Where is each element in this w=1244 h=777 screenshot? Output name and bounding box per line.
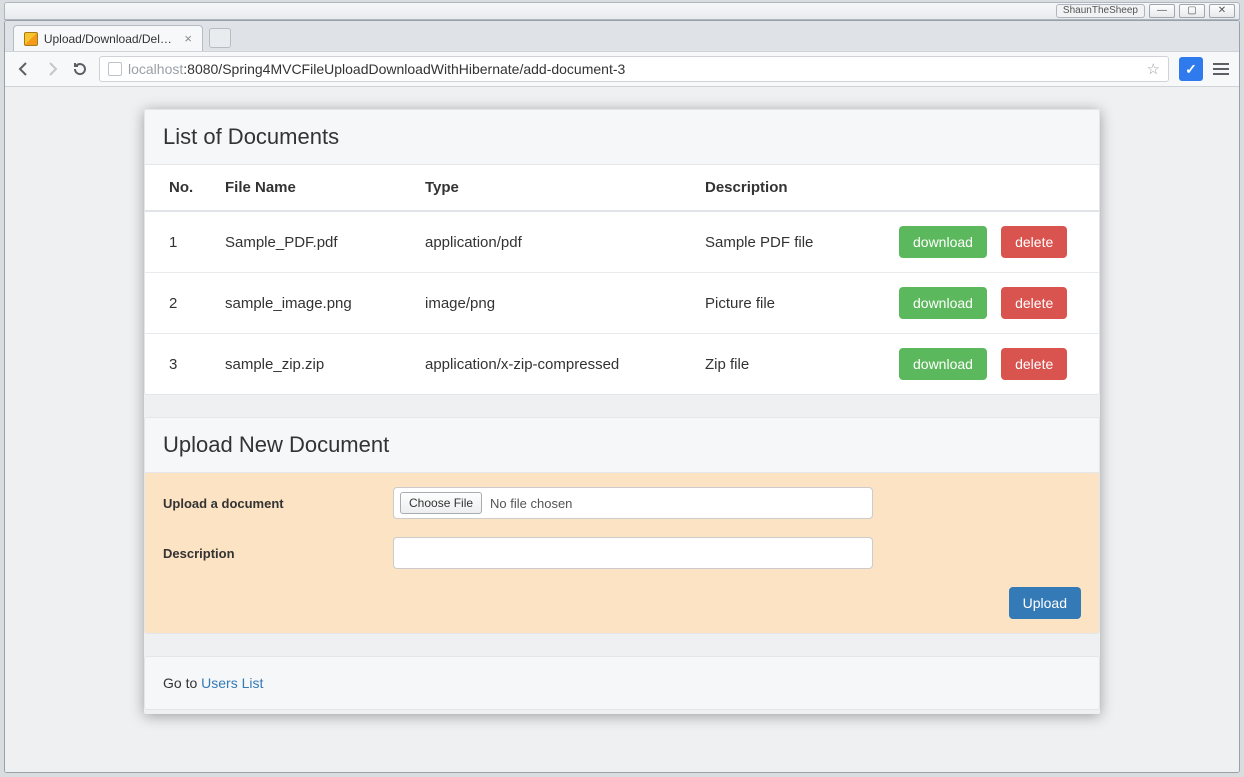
upload-button[interactable]: Upload — [1009, 587, 1081, 619]
col-file: File Name — [215, 165, 415, 211]
upload-panel-body: Upload a document Choose File No file ch… — [145, 473, 1099, 633]
table-header-row: No. File Name Type Description — [145, 165, 1099, 211]
choose-file-button[interactable]: Choose File — [400, 492, 482, 514]
file-input-status: No file chosen — [490, 496, 572, 511]
cell-type: application/x-zip-compressed — [415, 334, 695, 395]
tab-close-icon[interactable]: × — [184, 31, 192, 46]
download-button[interactable]: download — [899, 348, 987, 380]
cell-actions: download delete — [889, 273, 1099, 334]
browser-window: Upload/Download/Delete × localhost:8080/… — [4, 20, 1240, 773]
cell-desc: Sample PDF file — [695, 211, 889, 273]
cell-type: application/pdf — [415, 211, 695, 273]
cell-desc: Picture file — [695, 273, 889, 334]
cell-no: 3 — [145, 334, 215, 395]
new-tab-button[interactable] — [209, 28, 231, 48]
close-icon: ✕ — [1218, 6, 1226, 16]
cell-type: image/png — [415, 273, 695, 334]
browser-tab[interactable]: Upload/Download/Delete × — [13, 25, 203, 51]
nav-forward-button[interactable] — [43, 60, 61, 78]
os-minimize-button[interactable]: — — [1149, 4, 1175, 18]
minimize-icon: — — [1157, 6, 1167, 16]
address-bar[interactable]: localhost:8080/Spring4MVCFileUploadDownl… — [99, 56, 1169, 82]
form-row-description: Description — [163, 537, 1081, 569]
browser-viewport[interactable]: List of Documents No. File Name Type Des… — [5, 87, 1239, 772]
file-control: Choose File No file chosen — [393, 487, 873, 519]
cell-file: sample_zip.zip — [215, 334, 415, 395]
url-text: localhost:8080/Spring4MVCFileUploadDownl… — [128, 61, 625, 77]
table-row: 3 sample_zip.zip application/x-zip-compr… — [145, 334, 1099, 395]
form-actions: Upload — [163, 587, 1081, 619]
cell-file: sample_image.png — [215, 273, 415, 334]
upload-panel-heading: Upload New Document — [145, 418, 1099, 473]
os-maximize-button[interactable]: ▢ — [1179, 4, 1205, 18]
form-row-file: Upload a document Choose File No file ch… — [163, 487, 1081, 519]
browser-tabbar: Upload/Download/Delete × — [5, 21, 1239, 51]
upload-panel: Upload New Document Upload a document Ch… — [144, 417, 1100, 634]
url-host: localhost — [128, 61, 183, 77]
cell-no: 2 — [145, 273, 215, 334]
col-desc: Description — [695, 165, 889, 211]
cell-actions: download delete — [889, 334, 1099, 395]
documents-table-body: 1 Sample_PDF.pdf application/pdf Sample … — [145, 211, 1099, 394]
footer-well: Go to Users List — [144, 656, 1100, 710]
browser-menu-button[interactable] — [1213, 63, 1229, 75]
documents-panel: List of Documents No. File Name Type Des… — [144, 109, 1100, 395]
tab-favicon-icon — [24, 32, 38, 46]
documents-panel-body: No. File Name Type Description 1 — [145, 165, 1099, 394]
browser-toolbar: localhost:8080/Spring4MVCFileUploadDownl… — [5, 51, 1239, 87]
description-control — [393, 537, 873, 569]
url-path: :8080/Spring4MVCFileUploadDownloadWithHi… — [183, 61, 625, 77]
col-no: No. — [145, 165, 215, 211]
os-user-badge: ShaunTheSheep — [1056, 4, 1145, 18]
delete-button[interactable]: delete — [1001, 226, 1067, 258]
delete-button[interactable]: delete — [1001, 348, 1067, 380]
file-input[interactable]: Choose File No file chosen — [393, 487, 873, 519]
download-button[interactable]: download — [899, 226, 987, 258]
col-actions — [889, 165, 1099, 211]
page-container: List of Documents No. File Name Type Des… — [144, 109, 1100, 714]
table-row: 1 Sample_PDF.pdf application/pdf Sample … — [145, 211, 1099, 273]
description-label: Description — [163, 546, 393, 561]
page-icon — [108, 62, 122, 76]
maximize-icon: ▢ — [1187, 6, 1196, 16]
users-list-link[interactable]: Users List — [201, 675, 263, 691]
os-close-button[interactable]: ✕ — [1209, 4, 1235, 18]
os-titlebar: ShaunTheSheep — ▢ ✕ — [4, 2, 1240, 20]
col-type: Type — [415, 165, 695, 211]
page-background: List of Documents No. File Name Type Des… — [5, 87, 1239, 772]
table-row: 2 sample_image.png image/png Picture fil… — [145, 273, 1099, 334]
download-button[interactable]: download — [899, 287, 987, 319]
footer-prefix: Go to — [163, 675, 201, 691]
tab-title: Upload/Download/Delete — [44, 32, 175, 46]
extension-button[interactable]: ✓ — [1179, 57, 1203, 81]
cell-file: Sample_PDF.pdf — [215, 211, 415, 273]
nav-reload-button[interactable] — [71, 60, 89, 78]
documents-table: No. File Name Type Description 1 — [145, 165, 1099, 394]
cell-desc: Zip file — [695, 334, 889, 395]
check-icon: ✓ — [1185, 61, 1197, 78]
nav-back-button[interactable] — [15, 60, 33, 78]
delete-button[interactable]: delete — [1001, 287, 1067, 319]
file-label: Upload a document — [163, 496, 393, 511]
documents-panel-heading: List of Documents — [145, 110, 1099, 165]
cell-actions: download delete — [889, 211, 1099, 273]
bookmark-star-icon[interactable]: ☆ — [1147, 60, 1160, 78]
description-input[interactable] — [393, 537, 873, 569]
cell-no: 1 — [145, 211, 215, 273]
